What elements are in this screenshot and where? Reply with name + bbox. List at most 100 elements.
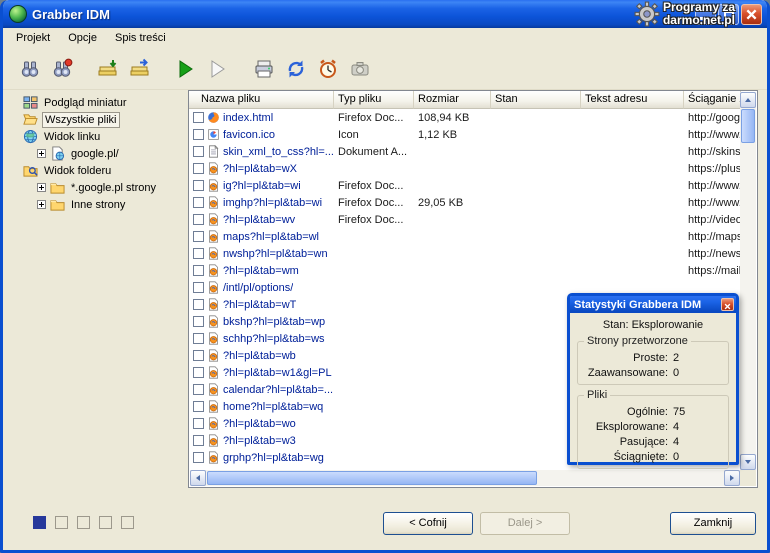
scheduler-button[interactable] <box>313 54 343 84</box>
scroll-left-button[interactable] <box>190 470 206 486</box>
vertical-scroll-thumb[interactable] <box>741 109 755 143</box>
menu-projekt[interactable]: Projekt <box>7 29 59 47</box>
play-outline-icon <box>207 58 229 80</box>
row-checkbox[interactable] <box>193 112 204 123</box>
tree-item-label: Widok linku <box>42 130 102 144</box>
tree-item-label: Wszystkie pliki <box>42 112 120 128</box>
watermark: Programy za darmo.net.pl <box>634 1 735 27</box>
progress-step <box>99 516 112 529</box>
scroll-right-button[interactable] <box>724 470 740 486</box>
row-checkbox[interactable] <box>193 265 204 276</box>
horizontal-scrollbar[interactable] <box>190 470 740 486</box>
table-row[interactable]: ?hl=pl&tab=wvFirefox Doc...http://video.… <box>189 211 741 228</box>
row-checkbox[interactable] <box>193 282 204 293</box>
row-checkbox[interactable] <box>193 299 204 310</box>
tree-item-podglad-miniatur[interactable]: Podgląd miniatur <box>23 94 185 111</box>
statistics-close-button[interactable] <box>721 298 734 311</box>
statistics-state: Stan: Eksplorowanie <box>570 319 736 331</box>
row-checkbox[interactable] <box>193 231 204 242</box>
tree-item-google-pl-strony[interactable]: *.google.pl strony <box>23 179 185 196</box>
file-size: 108,94 KB <box>414 112 491 124</box>
scroll-down-button[interactable] <box>740 454 756 470</box>
vertical-scrollbar[interactable] <box>740 92 756 470</box>
row-checkbox[interactable] <box>193 367 204 378</box>
page-file-icon <box>207 247 220 260</box>
download-files-button[interactable] <box>93 54 123 84</box>
menu-opcje[interactable]: Opcje <box>59 29 106 47</box>
table-row[interactable]: nwshp?hl=pl&tab=wnhttp://news.g <box>189 245 741 262</box>
expand-plus-icon[interactable] <box>37 183 46 192</box>
horizontal-scroll-thumb[interactable] <box>207 471 537 485</box>
column-header-typ-pliku[interactable]: Typ pliku <box>334 91 414 109</box>
snapshot-button[interactable] <box>345 54 375 84</box>
expand-plus-icon[interactable] <box>37 149 46 158</box>
row-checkbox[interactable] <box>193 350 204 361</box>
file-url: https://plus.g <box>684 163 741 175</box>
menu-spis-tresci[interactable]: Spis treści <box>106 29 175 47</box>
column-header-tekst-adresu[interactable]: Tekst adresu <box>581 91 684 109</box>
tree-item-label: Inne strony <box>69 198 127 212</box>
download-site-button[interactable] <box>125 54 155 84</box>
row-checkbox[interactable] <box>193 401 204 412</box>
stat-value: 0 <box>668 451 679 463</box>
back-button[interactable]: < Cofnij <box>383 512 473 535</box>
row-checkbox[interactable] <box>193 180 204 191</box>
column-header-nazwa-pliku[interactable]: Nazwa pliku <box>189 91 334 109</box>
scroll-up-button[interactable] <box>740 92 756 108</box>
binoculars-stop-icon <box>51 58 73 80</box>
row-checkbox[interactable] <box>193 146 204 157</box>
tree-item-label: google.pl/ <box>69 147 121 161</box>
start-button[interactable] <box>171 54 201 84</box>
file-name: nwshp?hl=pl&tab=wn <box>223 248 328 260</box>
column-header-sciaganie-z[interactable]: Ściąganie z <box>684 91 741 109</box>
close-wizard-button[interactable]: Zamknij <box>670 512 756 535</box>
next-button[interactable]: Dalej > <box>480 512 570 535</box>
row-checkbox[interactable] <box>193 214 204 225</box>
expand-plus-icon[interactable] <box>37 200 46 209</box>
close-button[interactable] <box>741 4 762 25</box>
file-name: ?hl=pl&tab=w1&gl=PL <box>223 367 332 379</box>
column-header-rozmiar[interactable]: Rozmiar <box>414 91 491 109</box>
watermark-line2: darmo.net.pl <box>663 14 735 27</box>
tree-item-wszystkie-pliki[interactable]: Wszystkie pliki <box>23 111 185 128</box>
statistics-dialog-titlebar[interactable]: Statystyki Grabbera IDM <box>570 296 736 313</box>
continue-button[interactable] <box>203 54 233 84</box>
table-row[interactable]: index.htmlFirefox Doc...108,94 KBhttp://… <box>189 109 741 126</box>
close-icon <box>742 5 761 24</box>
row-checkbox[interactable] <box>193 163 204 174</box>
tree-item-inne-strony[interactable]: Inne strony <box>23 196 185 213</box>
explore-button[interactable] <box>15 54 45 84</box>
row-checkbox[interactable] <box>193 316 204 327</box>
table-row[interactable]: imghp?hl=pl&tab=wiFirefox Doc...29,05 KB… <box>189 194 741 211</box>
column-header-stan[interactable]: Stan <box>491 91 581 109</box>
table-row[interactable]: skin_xml_to_css?hl=...Dokument A...http:… <box>189 143 741 160</box>
tree-item-google-pl[interactable]: google.pl/ <box>23 145 185 162</box>
tree-item-widok-linku[interactable]: Widok linku <box>23 128 185 145</box>
tree-item-widok-folderu[interactable]: Widok folderu <box>23 162 185 179</box>
stat-value: 2 <box>668 352 679 364</box>
page-file-icon <box>207 349 220 362</box>
row-checkbox[interactable] <box>193 248 204 259</box>
table-row[interactable]: ig?hl=pl&tab=wiFirefox Doc...http://www.… <box>189 177 741 194</box>
file-url: http://www.g <box>684 180 741 192</box>
row-checkbox[interactable] <box>193 197 204 208</box>
group-strony-przetworzone: Strony przetworzone Proste:2 Zaawansowan… <box>577 341 729 385</box>
stat-label: Ogólnie: <box>582 406 668 418</box>
table-row[interactable]: favicon.icoIcon1,12 KBhttp://www.g <box>189 126 741 143</box>
table-row[interactable]: maps?hl=pl&tab=wlhttp://maps.g <box>189 228 741 245</box>
row-checkbox[interactable] <box>193 452 204 463</box>
table-header: Nazwa pliku Typ pliku Rozmiar Stan Tekst… <box>189 91 741 109</box>
explore-stop-button[interactable] <box>47 54 77 84</box>
row-checkbox[interactable] <box>193 418 204 429</box>
refresh-button[interactable] <box>281 54 311 84</box>
row-checkbox[interactable] <box>193 129 204 140</box>
globe-icon <box>23 129 38 144</box>
scroll-right-icon <box>730 475 734 481</box>
print-button[interactable] <box>249 54 279 84</box>
row-checkbox[interactable] <box>193 435 204 446</box>
row-checkbox[interactable] <box>193 384 204 395</box>
row-checkbox[interactable] <box>193 333 204 344</box>
table-row[interactable]: ?hl=pl&tab=wXhttps://plus.g <box>189 160 741 177</box>
titlebar[interactable]: Grabber IDM Programy za darmo.net.pl <box>3 0 767 28</box>
table-row[interactable]: ?hl=pl&tab=wmhttps://mail.g <box>189 262 741 279</box>
